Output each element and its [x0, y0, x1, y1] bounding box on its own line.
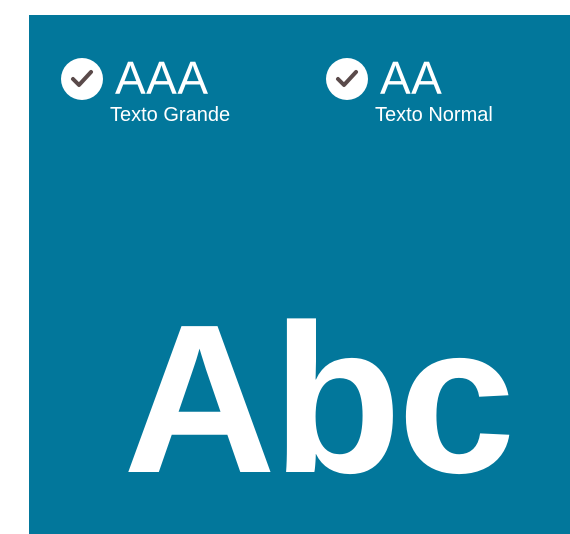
- check-mark-icon: [71, 70, 93, 87]
- aaa-level-label: AAA: [115, 52, 209, 104]
- aa-description: Texto Normal: [375, 104, 493, 126]
- aa-normal-text-badge: AA Texto Normal: [326, 55, 493, 127]
- contrast-preview-panel: AAA Texto Grande AA Texto Normal Abc: [29, 15, 570, 534]
- aaa-description: Texto Grande: [110, 104, 231, 126]
- check-circle-icon: [326, 58, 368, 100]
- sample-text: Abc: [123, 280, 516, 517]
- aa-badge-text: AA Texto Normal: [375, 52, 493, 127]
- aaa-large-text-badge: AAA Texto Grande: [61, 55, 230, 127]
- check-mark-icon: [336, 70, 358, 87]
- aa-level-label: AA: [380, 52, 443, 104]
- aaa-badge-text: AAA Texto Grande: [110, 52, 230, 127]
- check-circle-icon: [61, 58, 103, 100]
